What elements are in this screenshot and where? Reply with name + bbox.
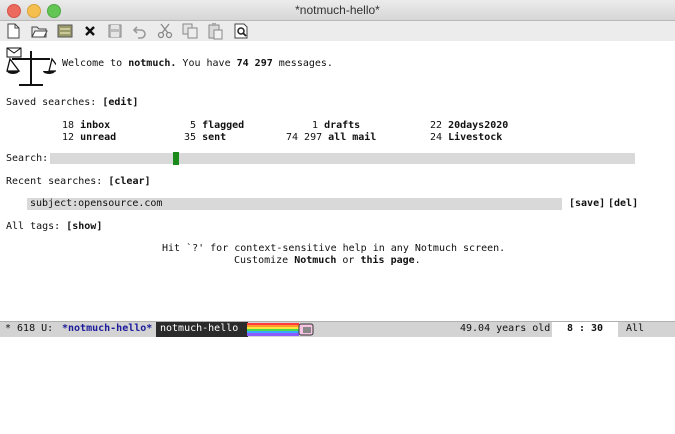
- recent-searches-heading: Recent searches: [clear]: [6, 176, 151, 187]
- all-tags-heading: All tags: [show]: [6, 221, 103, 232]
- mode-line-major-mode[interactable]: notmuch-hello: [156, 322, 248, 337]
- help-line: Hit `?' for context-sensitive help in an…: [162, 243, 506, 254]
- saved-search-sent[interactable]: 35 sent: [184, 132, 226, 144]
- welcome-line: Welcome to notmuch. You have 74 297 mess…: [62, 58, 333, 69]
- saved-search-inbox[interactable]: 18 inbox: [62, 120, 110, 132]
- saved-search-drafts[interactable]: 1 drafts: [312, 120, 360, 132]
- copy-icon[interactable]: [181, 22, 199, 40]
- paste-icon[interactable]: [206, 22, 224, 40]
- recent-search-query[interactable]: subject:opensource.com: [30, 198, 162, 210]
- cut-icon[interactable]: [156, 22, 174, 40]
- mode-line-status: * 618 U:: [5, 323, 54, 334]
- save-recent-search-button[interactable]: [save]: [569, 198, 605, 210]
- search-doc-icon[interactable]: [232, 22, 250, 40]
- edit-saved-searches-button[interactable]: [edit]: [102, 97, 138, 108]
- customize-line: Customize Notmuch or this page.: [234, 255, 421, 266]
- customize-notmuch-link[interactable]: Notmuch: [294, 255, 336, 266]
- mode-line-position: 8 : 30: [552, 322, 618, 337]
- nyan-cat-icon: [247, 323, 314, 336]
- title-bar: *notmuch-hello*: [0, 0, 675, 21]
- window-title: *notmuch-hello*: [295, 3, 380, 17]
- search-input[interactable]: [50, 153, 635, 164]
- mode-line: * 618 U: *notmuch-hello* notmuch-hello 4…: [0, 321, 675, 337]
- open-folder-icon[interactable]: [30, 22, 48, 40]
- notmuch-logo-icon: [6, 47, 56, 86]
- mode-line-buffer-name[interactable]: *notmuch-hello*: [62, 322, 152, 337]
- notmuch-hello-buffer: Welcome to notmuch. You have 74 297 mess…: [0, 41, 675, 321]
- delete-recent-search-button[interactable]: [del]: [608, 198, 638, 210]
- show-tags-button[interactable]: [show]: [66, 221, 102, 232]
- mode-line-scroll: All: [626, 323, 645, 334]
- toolbar: [0, 21, 675, 42]
- saved-searches-heading: Saved searches: [edit]: [6, 97, 139, 108]
- saved-search-unread[interactable]: 12 unread: [62, 132, 116, 144]
- customize-page-link[interactable]: this page: [360, 255, 414, 266]
- text-cursor: [173, 152, 179, 165]
- saved-search-all-mail[interactable]: 74 297 all mail: [286, 132, 376, 144]
- clear-recent-searches-button[interactable]: [clear]: [108, 176, 150, 187]
- saved-search-livestock[interactable]: 24 Livestock: [430, 132, 502, 144]
- close-icon[interactable]: [81, 22, 99, 40]
- save-disk-icon[interactable]: [106, 22, 124, 40]
- save-archive-icon[interactable]: [56, 22, 74, 40]
- saved-search-flagged[interactable]: 5 flagged: [190, 120, 244, 132]
- new-file-icon[interactable]: [4, 22, 22, 40]
- search-label: Search:: [6, 153, 55, 164]
- undo-icon[interactable]: [131, 22, 149, 40]
- mode-line-age: 49.04 years old: [460, 323, 551, 334]
- saved-search-20days2020[interactable]: 22 20days2020: [430, 120, 508, 132]
